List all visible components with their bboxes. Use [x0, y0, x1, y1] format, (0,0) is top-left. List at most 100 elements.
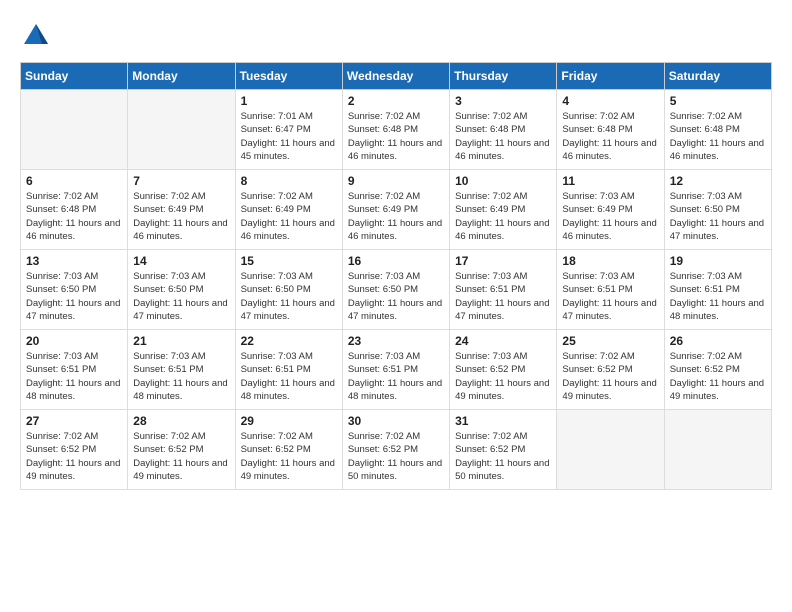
header [20, 20, 772, 52]
calendar-cell: 7Sunrise: 7:02 AMSunset: 6:49 PMDaylight… [128, 170, 235, 250]
cell-info: Sunrise: 7:03 AMSunset: 6:51 PMDaylight:… [133, 350, 229, 403]
calendar-cell: 18 Sunrise: 7:03 AMSunset: 6:51 PMDayligh… [557, 250, 664, 330]
calendar-cell [21, 90, 128, 170]
col-header-thursday: Thursday [450, 63, 557, 90]
cell-info: Sunrise: 7:02 AMSunset: 6:52 PMDaylight:… [670, 350, 766, 403]
col-header-friday: Friday [557, 63, 664, 90]
day-number: 23 [348, 334, 444, 348]
cell-info: Sunrise: 7:02 AMSunset: 6:49 PMDaylight:… [455, 190, 551, 243]
cell-info: Sunrise: 7:03 AMSunset: 6:49 PMDaylight:… [562, 190, 658, 243]
day-number: 29 [241, 414, 337, 428]
cell-info: Sunrise: 7:03 AMSunset: 6:50 PMDaylight:… [26, 270, 122, 323]
calendar-cell: 16 Sunrise: 7:03 AMSunset: 6:50 PMDayligh… [342, 250, 449, 330]
cell-info: Sunrise: 7:02 AMSunset: 6:52 PMDaylight:… [241, 430, 337, 483]
calendar-cell: 24 Sunrise: 7:03 AMSunset: 6:52 PMDayligh… [450, 330, 557, 410]
day-number: 16 [348, 254, 444, 268]
day-number: 1 [241, 94, 337, 108]
calendar-cell: 12 Sunrise: 7:03 AMSunset: 6:50 PMDayligh… [664, 170, 771, 250]
page-container: SundayMondayTuesdayWednesdayThursdayFrid… [20, 20, 772, 490]
cell-info: Sunrise: 7:03 AMSunset: 6:51 PMDaylight:… [670, 270, 766, 323]
calendar-cell: 22 Sunrise: 7:03 AMSunset: 6:51 PMDayligh… [235, 330, 342, 410]
cell-info: Sunrise: 7:03 AMSunset: 6:50 PMDaylight:… [133, 270, 229, 323]
day-number: 15 [241, 254, 337, 268]
cell-info: Sunrise: 7:03 AMSunset: 6:50 PMDaylight:… [348, 270, 444, 323]
day-number: 11 [562, 174, 658, 188]
day-number: 4 [562, 94, 658, 108]
day-number: 20 [26, 334, 122, 348]
day-number: 25 [562, 334, 658, 348]
calendar-cell: 5 Sunrise: 7:02 AMSunset: 6:48 PMDaylight… [664, 90, 771, 170]
calendar-cell: 2 Sunrise: 7:02 AMSunset: 6:48 PMDaylight… [342, 90, 449, 170]
day-number: 9 [348, 174, 444, 188]
day-number: 30 [348, 414, 444, 428]
cell-info: Sunrise: 7:02 AMSunset: 6:48 PMDaylight:… [455, 110, 551, 163]
calendar-cell: 14 Sunrise: 7:03 AMSunset: 6:50 PMDayligh… [128, 250, 235, 330]
logo [20, 20, 56, 52]
cell-info: Sunrise: 7:03 AMSunset: 6:50 PMDaylight:… [241, 270, 337, 323]
calendar-cell [664, 410, 771, 490]
calendar-cell: 19 Sunrise: 7:03 AMSunset: 6:51 PMDayligh… [664, 250, 771, 330]
cell-info: Sunrise: 7:01 AMSunset: 6:47 PMDaylight:… [241, 110, 337, 163]
day-number: 22 [241, 334, 337, 348]
cell-info: Sunrise: 7:02 AMSunset: 6:49 PMDaylight:… [133, 190, 229, 243]
cell-info: Sunrise: 7:02 AMSunset: 6:49 PMDaylight:… [348, 190, 444, 243]
calendar-cell: 27Sunrise: 7:02 AMSunset: 6:52 PMDayligh… [21, 410, 128, 490]
col-header-monday: Monday [128, 63, 235, 90]
calendar-row-3: 13Sunrise: 7:03 AMSunset: 6:50 PMDayligh… [21, 250, 772, 330]
logo-icon [20, 20, 52, 52]
col-header-wednesday: Wednesday [342, 63, 449, 90]
calendar-cell: 13Sunrise: 7:03 AMSunset: 6:50 PMDayligh… [21, 250, 128, 330]
day-number: 18 [562, 254, 658, 268]
cell-info: Sunrise: 7:03 AMSunset: 6:51 PMDaylight:… [562, 270, 658, 323]
calendar-cell: 26 Sunrise: 7:02 AMSunset: 6:52 PMDayligh… [664, 330, 771, 410]
col-header-sunday: Sunday [21, 63, 128, 90]
cell-info: Sunrise: 7:02 AMSunset: 6:49 PMDaylight:… [241, 190, 337, 243]
calendar-cell: 28 Sunrise: 7:02 AMSunset: 6:52 PMDayligh… [128, 410, 235, 490]
calendar-cell: 30 Sunrise: 7:02 AMSunset: 6:52 PMDayligh… [342, 410, 449, 490]
cell-info: Sunrise: 7:02 AMSunset: 6:48 PMDaylight:… [670, 110, 766, 163]
cell-info: Sunrise: 7:02 AMSunset: 6:48 PMDaylight:… [348, 110, 444, 163]
calendar-cell: 10 Sunrise: 7:02 AMSunset: 6:49 PMDayligh… [450, 170, 557, 250]
day-number: 5 [670, 94, 766, 108]
col-header-saturday: Saturday [664, 63, 771, 90]
cell-info: Sunrise: 7:03 AMSunset: 6:52 PMDaylight:… [455, 350, 551, 403]
day-number: 28 [133, 414, 229, 428]
calendar-cell [557, 410, 664, 490]
day-number: 8 [241, 174, 337, 188]
cell-info: Sunrise: 7:03 AMSunset: 6:51 PMDaylight:… [455, 270, 551, 323]
cell-info: Sunrise: 7:02 AMSunset: 6:52 PMDaylight:… [133, 430, 229, 483]
calendar-cell: 21Sunrise: 7:03 AMSunset: 6:51 PMDayligh… [128, 330, 235, 410]
calendar-cell: 8 Sunrise: 7:02 AMSunset: 6:49 PMDaylight… [235, 170, 342, 250]
calendar-cell: 3Sunrise: 7:02 AMSunset: 6:48 PMDaylight… [450, 90, 557, 170]
calendar-cell: 20 Sunrise: 7:03 AMSunset: 6:51 PMDayligh… [21, 330, 128, 410]
calendar-row-1: 1 Sunrise: 7:01 AMSunset: 6:47 PMDaylight… [21, 90, 772, 170]
day-number: 14 [133, 254, 229, 268]
calendar-cell: 4 Sunrise: 7:02 AMSunset: 6:48 PMDaylight… [557, 90, 664, 170]
cell-info: Sunrise: 7:03 AMSunset: 6:51 PMDaylight:… [26, 350, 122, 403]
calendar-cell: 25 Sunrise: 7:02 AMSunset: 6:52 PMDayligh… [557, 330, 664, 410]
day-number: 26 [670, 334, 766, 348]
cell-info: Sunrise: 7:02 AMSunset: 6:52 PMDaylight:… [348, 430, 444, 483]
cell-info: Sunrise: 7:03 AMSunset: 6:50 PMDaylight:… [670, 190, 766, 243]
calendar-cell [128, 90, 235, 170]
calendar-table: SundayMondayTuesdayWednesdayThursdayFrid… [20, 62, 772, 490]
day-number: 6 [26, 174, 122, 188]
day-number: 2 [348, 94, 444, 108]
day-number: 17 [455, 254, 551, 268]
calendar-cell: 6 Sunrise: 7:02 AMSunset: 6:48 PMDaylight… [21, 170, 128, 250]
cell-info: Sunrise: 7:02 AMSunset: 6:48 PMDaylight:… [562, 110, 658, 163]
cell-info: Sunrise: 7:02 AMSunset: 6:48 PMDaylight:… [26, 190, 122, 243]
calendar-row-4: 20 Sunrise: 7:03 AMSunset: 6:51 PMDayligh… [21, 330, 772, 410]
day-number: 12 [670, 174, 766, 188]
day-number: 24 [455, 334, 551, 348]
cell-info: Sunrise: 7:03 AMSunset: 6:51 PMDaylight:… [241, 350, 337, 403]
col-header-tuesday: Tuesday [235, 63, 342, 90]
calendar-cell: 23Sunrise: 7:03 AMSunset: 6:51 PMDayligh… [342, 330, 449, 410]
cell-info: Sunrise: 7:02 AMSunset: 6:52 PMDaylight:… [562, 350, 658, 403]
calendar-cell: 17 Sunrise: 7:03 AMSunset: 6:51 PMDayligh… [450, 250, 557, 330]
day-number: 10 [455, 174, 551, 188]
calendar-row-5: 27Sunrise: 7:02 AMSunset: 6:52 PMDayligh… [21, 410, 772, 490]
day-number: 19 [670, 254, 766, 268]
calendar-cell: 15 Sunrise: 7:03 AMSunset: 6:50 PMDayligh… [235, 250, 342, 330]
calendar-cell: 11 Sunrise: 7:03 AMSunset: 6:49 PMDayligh… [557, 170, 664, 250]
